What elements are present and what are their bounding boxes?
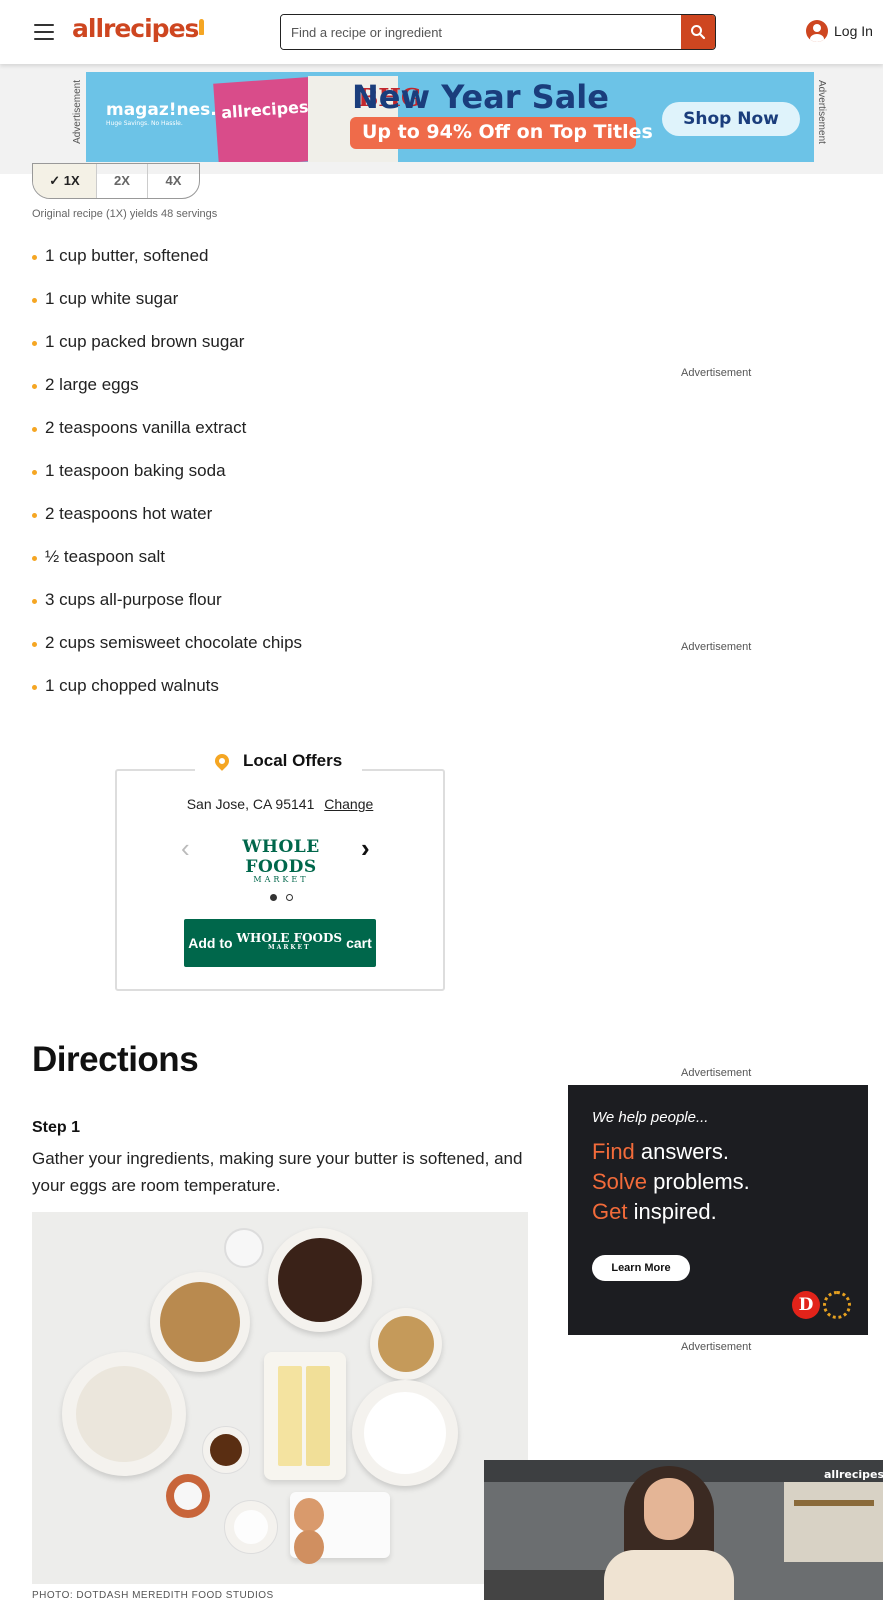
shop-now-button[interactable]: Shop Now	[662, 102, 800, 136]
ad-label: Advertisement	[681, 367, 752, 379]
meredith-logo-icon	[823, 1291, 851, 1319]
bullet-icon	[32, 255, 37, 260]
ad-label: Advertisement	[681, 641, 752, 653]
whole-foods-mini-logo: WHOLE FOODS MARKET	[236, 931, 343, 951]
video-logo: allrecipes	[824, 1468, 883, 1481]
ingredient-item: 2 teaspoons hot water	[32, 504, 302, 547]
ad-headline: New Year Sale	[352, 78, 609, 116]
bullet-icon	[32, 470, 37, 475]
carousel-prev-icon[interactable]: ‹	[181, 833, 190, 864]
local-offers-header: Local Offers	[195, 751, 363, 771]
step-text: Gather your ingredients, making sure you…	[32, 1149, 523, 1195]
ingredient-item: 1 cup butter, softened	[32, 246, 302, 289]
servings-option-1x[interactable]: ✓ 1X	[33, 164, 97, 198]
bullet-icon	[32, 341, 37, 346]
yields-note: Original recipe (1X) yields 48 servings	[32, 208, 218, 220]
button-suffix: cart	[346, 935, 372, 951]
learn-more-button[interactable]: Learn More	[592, 1255, 690, 1281]
servings-option-2x[interactable]: 2X	[97, 164, 148, 198]
search-icon	[691, 25, 706, 40]
bullet-icon	[32, 556, 37, 561]
site-logo[interactable]: allrecipes	[72, 14, 205, 43]
photo-credit: PHOTO: DOTDASH MEREDITH FOOD STUDIOS	[32, 1590, 274, 1600]
ingredient-item: 2 large eggs	[32, 375, 302, 418]
bullet-icon	[32, 642, 37, 647]
ingredient-item: 3 cups all-purpose flour	[32, 590, 302, 633]
carousel-next-icon[interactable]: ›	[361, 833, 370, 864]
bullet-icon	[32, 298, 37, 303]
whole-foods-logo: WHOLE FOODS MARKET	[242, 837, 320, 884]
ingredient-item: 2 cups semisweet chocolate chips	[32, 633, 302, 676]
servings-scaler: ✓ 1X 2X 4X	[32, 163, 200, 199]
button-prefix: Add to	[188, 935, 233, 951]
side-ad-line: Get inspired.	[592, 1199, 717, 1224]
carousel-dots	[270, 894, 293, 901]
ad-label-left: Advertisement	[72, 80, 83, 144]
login-label: Log In	[834, 23, 873, 39]
local-offers-title: Local Offers	[243, 751, 343, 770]
change-location-link[interactable]: Change	[324, 796, 373, 812]
ingredient-item: 1 cup white sugar	[32, 289, 302, 332]
bullet-icon	[32, 513, 37, 518]
directions-title: Directions	[32, 1040, 199, 1079]
side-ad-line: Solve problems.	[592, 1169, 750, 1194]
ingredients-list: 1 cup butter, softened 1 cup white sugar…	[32, 246, 302, 719]
menu-icon[interactable]	[34, 24, 54, 40]
ad-offer: Up to 94% Off on Top Titles	[350, 117, 653, 149]
ad-label: Advertisement	[681, 1341, 752, 1353]
ingredient-item: 2 teaspoons vanilla extract	[32, 418, 302, 461]
servings-option-4x[interactable]: 4X	[148, 164, 199, 198]
bullet-icon	[32, 685, 37, 690]
location-pin-icon	[212, 751, 232, 771]
side-ad-intro: We help people...	[592, 1109, 709, 1126]
spoon-icon	[199, 19, 205, 35]
ingredient-item: ½ teaspoon salt	[32, 547, 302, 590]
step-label: Step 1	[32, 1119, 81, 1136]
user-icon	[806, 20, 828, 42]
ad-label-right: Advertisement	[816, 80, 827, 144]
bullet-icon	[32, 427, 37, 432]
site-header: allrecipes Log In	[0, 0, 883, 64]
ingredient-item: 1 teaspoon baking soda	[32, 461, 302, 504]
ingredient-item: 1 cup chopped walnuts	[32, 676, 302, 719]
step-photo	[32, 1212, 528, 1584]
search-input[interactable]	[281, 15, 681, 49]
bullet-icon	[32, 599, 37, 604]
dotdash-logo-icon: D	[792, 1291, 820, 1319]
search-bar	[280, 14, 716, 50]
side-ad-line: Find answers.	[592, 1139, 729, 1164]
carousel-dot[interactable]	[286, 894, 293, 901]
side-ad[interactable]: We help people... Find answers. Solve pr…	[568, 1085, 868, 1335]
search-button[interactable]	[681, 15, 715, 49]
location-line: San Jose, CA 95141 Change	[117, 796, 443, 812]
local-offers-widget: Local Offers San Jose, CA 95141 Change ‹…	[115, 751, 445, 991]
carousel-dot-active[interactable]	[270, 894, 277, 901]
magazine-cover: allrecipes	[213, 76, 323, 162]
video-player[interactable]: allrecipes	[484, 1460, 883, 1600]
login-button[interactable]: Log In	[806, 20, 873, 42]
magazines-ad-banner[interactable]: magaz!nes.com Huge Savings. No Hassle. al…	[86, 72, 814, 162]
ingredient-item: 1 cup packed brown sugar	[32, 332, 302, 375]
location-text: San Jose, CA 95141	[186, 796, 315, 812]
bullet-icon	[32, 384, 37, 389]
ad-label: Advertisement	[681, 1067, 752, 1079]
add-to-whole-foods-cart-button[interactable]: Add to WHOLE FOODS MARKET cart	[184, 919, 376, 967]
